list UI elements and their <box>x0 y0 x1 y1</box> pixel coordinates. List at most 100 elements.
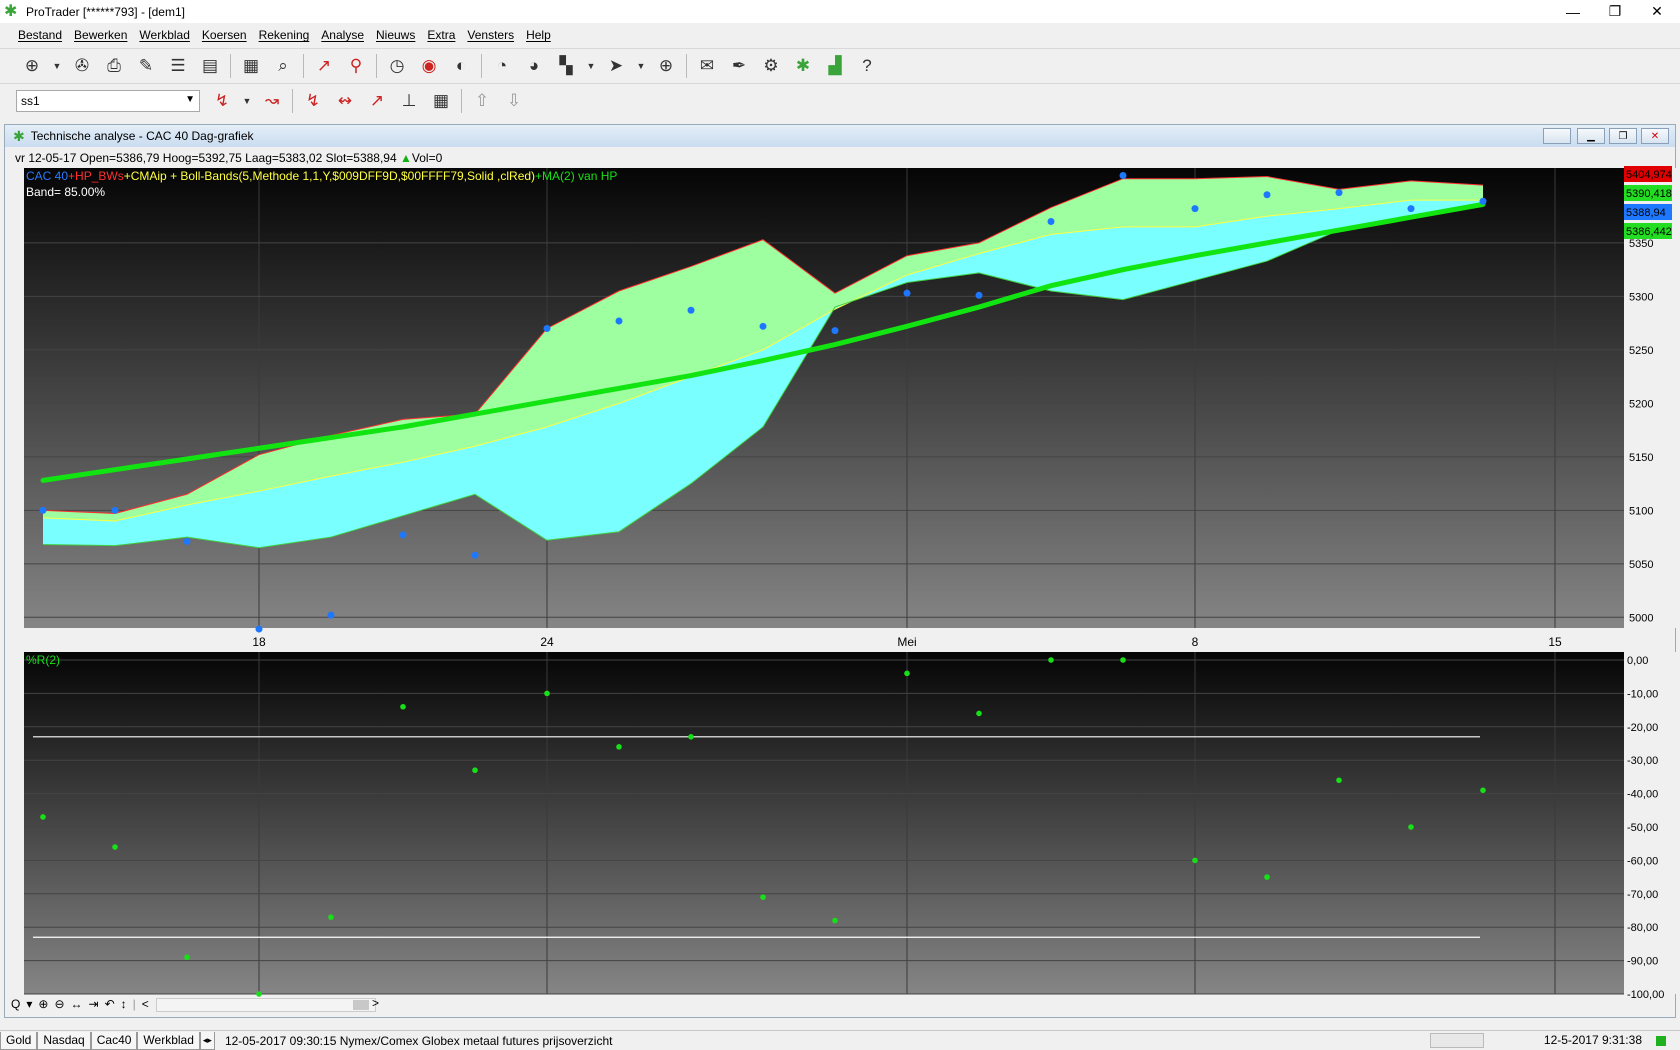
legend-entry: CAC 40 <box>26 169 68 183</box>
indicator-legend: %R(2) <box>26 653 60 667</box>
scroll-end-icon[interactable]: ⇥ <box>89 997 99 1011</box>
legend-line: CAC 40+HP_BWs+CMAip + Boll-Bands(5,Metho… <box>26 169 617 183</box>
williams-r-point <box>544 690 550 697</box>
y-tick-label: -50,00 <box>1627 822 1658 834</box>
price-point <box>255 625 263 633</box>
price-point <box>1191 205 1199 213</box>
price-point <box>183 537 191 545</box>
y-tick-label: 5150 <box>1629 452 1653 464</box>
williams-r-point <box>400 703 406 710</box>
price-tag-label: 5390,418 <box>1626 188 1672 200</box>
price-point <box>1479 197 1487 205</box>
search-icon[interactable]: Q <box>11 997 20 1011</box>
price-point <box>615 317 623 325</box>
price-point <box>1047 217 1055 225</box>
williams-r-point <box>472 767 478 774</box>
tab-nasdaq[interactable]: Nasdaq <box>37 1031 91 1050</box>
y-tick-label: 5200 <box>1629 398 1653 410</box>
status-progress-box <box>1430 1033 1484 1048</box>
tab-scroll-icon[interactable]: ◂▸ <box>199 1031 215 1050</box>
status-message: 12-05-2017 09:30:15 Nymex/Comex Globex m… <box>224 1033 613 1048</box>
price-point <box>471 551 479 559</box>
y-tick-label: 5350 <box>1629 238 1653 250</box>
price-chart[interactable]: 5000 5050 5100 5150 5200 5250 5300 5350 18 24 Mei 8… <box>0 0 1680 1050</box>
williams-r-point <box>976 710 982 717</box>
x-tick-label: 24 <box>540 635 554 649</box>
y-tick-label: -20,00 <box>1627 722 1658 734</box>
price-point <box>111 506 119 514</box>
williams-r-point <box>616 744 622 750</box>
zoom-out-icon[interactable]: ⊖ <box>54 997 64 1011</box>
scrollbar-thumb[interactable] <box>353 1000 369 1010</box>
price-tag-label: 5386,442 <box>1626 226 1672 238</box>
legend-entry: +MA(2) van HP <box>535 169 617 183</box>
tab-werkblad[interactable]: Werkblad <box>137 1031 200 1050</box>
price-point <box>543 324 551 332</box>
x-tick-label: 15 <box>1548 635 1562 649</box>
scroll-right-icon[interactable]: > <box>372 996 379 1010</box>
price-point <box>687 306 695 314</box>
zoom-in-icon[interactable]: ⊕ <box>38 997 48 1011</box>
williams-r-point <box>832 917 838 924</box>
price-point <box>1263 191 1271 199</box>
price-point <box>1335 189 1343 197</box>
scroll-left-icon[interactable]: < <box>142 997 149 1011</box>
williams-r-point <box>328 914 334 920</box>
fit-width-icon[interactable]: ↔ <box>71 997 83 1011</box>
y-tick-label: -70,00 <box>1627 889 1658 901</box>
price-point <box>975 291 983 299</box>
y-tick-label: 5300 <box>1629 291 1653 303</box>
y-tick-label: -80,00 <box>1627 922 1658 934</box>
y-tick-label: -90,00 <box>1627 956 1658 968</box>
y-tick-label: 5250 <box>1629 345 1653 357</box>
status-time: 12-5-2017 9:31:38 <box>1543 1033 1642 1047</box>
chart-pane-background <box>24 168 1624 628</box>
williams-r-point <box>112 844 118 850</box>
williams-r-point <box>184 954 190 961</box>
legend-entry: +CMAip + Boll-Bands(5,Methode 1,1,Y,$009… <box>124 169 494 183</box>
x-tick-label: 18 <box>252 635 266 649</box>
williams-r-point <box>688 734 694 740</box>
price-point <box>903 289 911 297</box>
status-bar: Gold Nasdaq Cac40 Werkblad ◂▸ 12-05-2017… <box>0 1030 1680 1050</box>
price-point <box>399 531 407 539</box>
y-tick-label: -10,00 <box>1627 688 1658 700</box>
williams-r-point <box>1336 777 1342 784</box>
horizontal-scrollbar[interactable] <box>156 998 376 1012</box>
y-tick-label: 5100 <box>1629 505 1653 517</box>
williams-r-point <box>1264 874 1270 880</box>
zoombar-separator: | <box>132 997 136 1011</box>
undo-icon[interactable]: ↶ <box>105 997 115 1011</box>
tab-gold[interactable]: Gold <box>0 1031 38 1050</box>
price-point <box>327 611 335 619</box>
price-point <box>39 506 47 514</box>
williams-r-point <box>1048 657 1054 663</box>
chevron-down-icon[interactable]: ▾ <box>26 997 32 1011</box>
y-tick-label: -60,00 <box>1627 855 1658 867</box>
williams-r-point <box>760 894 766 900</box>
y-tick-label: 5050 <box>1629 559 1653 571</box>
williams-r-point <box>1408 824 1414 830</box>
williams-r-point <box>40 814 46 820</box>
connection-status-led <box>1656 1036 1666 1046</box>
price-point <box>1119 171 1127 179</box>
x-tick-label: 8 <box>1192 635 1199 649</box>
y-tick-label: -40,00 <box>1627 789 1658 801</box>
williams-r-point <box>1192 857 1198 864</box>
price-point <box>831 327 839 335</box>
legend-entry: ,clRed) <box>494 169 535 183</box>
y-tick-label: -100,00 <box>1627 989 1664 1001</box>
fit-height-icon[interactable]: ↕ <box>121 997 127 1011</box>
price-tag-label: 5404,974 <box>1626 169 1672 181</box>
price-point <box>759 322 767 330</box>
y-tick-label: 0,00 <box>1627 655 1648 667</box>
band-annotation: Band= 85.00% <box>26 185 105 199</box>
price-point <box>1407 205 1415 213</box>
chart-pane-background <box>24 652 1624 994</box>
y-tick-label: -30,00 <box>1627 755 1658 767</box>
tab-cac40[interactable]: Cac40 <box>90 1031 138 1050</box>
x-tick-label: Mei <box>897 635 916 649</box>
price-tag-label: 5388,94 <box>1626 207 1666 219</box>
williams-r-point <box>1480 787 1486 794</box>
y-tick-label: 5000 <box>1629 612 1653 624</box>
